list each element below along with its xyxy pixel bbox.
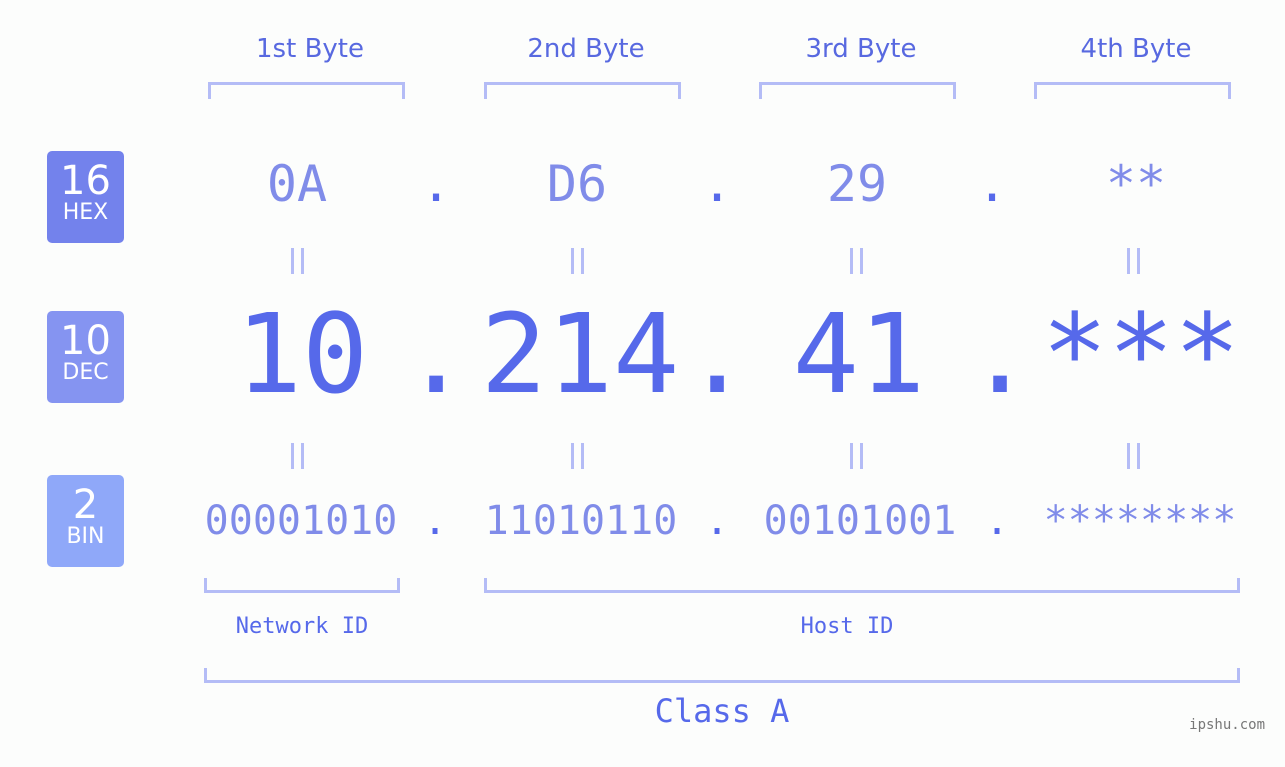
dec-badge: 10 DEC bbox=[47, 311, 124, 403]
dec-byte-2: 214 bbox=[480, 290, 680, 418]
class-bracket bbox=[204, 668, 1240, 683]
bin-byte-2: 11010110 bbox=[484, 498, 678, 544]
byte-bracket-1 bbox=[208, 82, 405, 99]
hex-byte-2: D6 bbox=[546, 155, 608, 213]
bin-dot-1: . bbox=[422, 498, 448, 544]
equals-icon bbox=[291, 443, 304, 469]
byte-bracket-2 bbox=[484, 82, 681, 99]
bin-byte-1: 00001010 bbox=[204, 498, 398, 544]
byte-header-2: 2nd Byte bbox=[527, 34, 645, 64]
host-id-bracket bbox=[484, 578, 1240, 593]
bin-badge-base: 2 bbox=[72, 482, 99, 528]
equals-icon bbox=[1127, 443, 1140, 469]
byte-bracket-4 bbox=[1034, 82, 1231, 99]
byte-header-1: 1st Byte bbox=[256, 34, 364, 64]
bin-badge: 2 BIN bbox=[47, 475, 124, 567]
hex-badge: 16 HEX bbox=[47, 151, 124, 243]
dec-badge-label: DEC bbox=[62, 360, 109, 385]
bin-badge-label: BIN bbox=[66, 524, 105, 549]
equals-icon bbox=[291, 248, 304, 274]
hex-byte-3: 29 bbox=[826, 155, 888, 213]
bin-byte-4: ******** bbox=[1043, 498, 1237, 544]
hex-byte-4: ** bbox=[1105, 155, 1167, 213]
byte-bracket-3 bbox=[759, 82, 956, 99]
dec-badge-base: 10 bbox=[60, 318, 111, 364]
dec-byte-3: 41 bbox=[792, 290, 926, 418]
class-label: Class A bbox=[654, 692, 790, 730]
equals-icon bbox=[850, 248, 863, 274]
host-id-label: Host ID bbox=[800, 614, 894, 639]
dec-byte-1: 10 bbox=[235, 290, 369, 418]
equals-icon bbox=[1127, 248, 1140, 274]
hex-dot-2: . bbox=[701, 155, 733, 213]
hex-byte-1: 0A bbox=[266, 155, 328, 213]
equals-icon bbox=[571, 248, 584, 274]
hex-dot-3: . bbox=[976, 155, 1008, 213]
equals-icon bbox=[850, 443, 863, 469]
equals-icon bbox=[571, 443, 584, 469]
hex-badge-label: HEX bbox=[62, 200, 109, 225]
bin-dot-2: . bbox=[704, 498, 730, 544]
byte-header-4: 4th Byte bbox=[1080, 34, 1192, 64]
watermark: ipshu.com bbox=[1189, 717, 1265, 733]
bin-byte-3: 00101001 bbox=[763, 498, 957, 544]
network-id-label: Network ID bbox=[235, 614, 369, 639]
dec-byte-4: *** bbox=[1041, 290, 1241, 418]
bin-dot-3: . bbox=[984, 498, 1010, 544]
hex-dot-1: . bbox=[420, 155, 452, 213]
byte-header-3: 3rd Byte bbox=[805, 34, 917, 64]
network-id-bracket bbox=[204, 578, 400, 593]
hex-badge-base: 16 bbox=[60, 158, 111, 204]
